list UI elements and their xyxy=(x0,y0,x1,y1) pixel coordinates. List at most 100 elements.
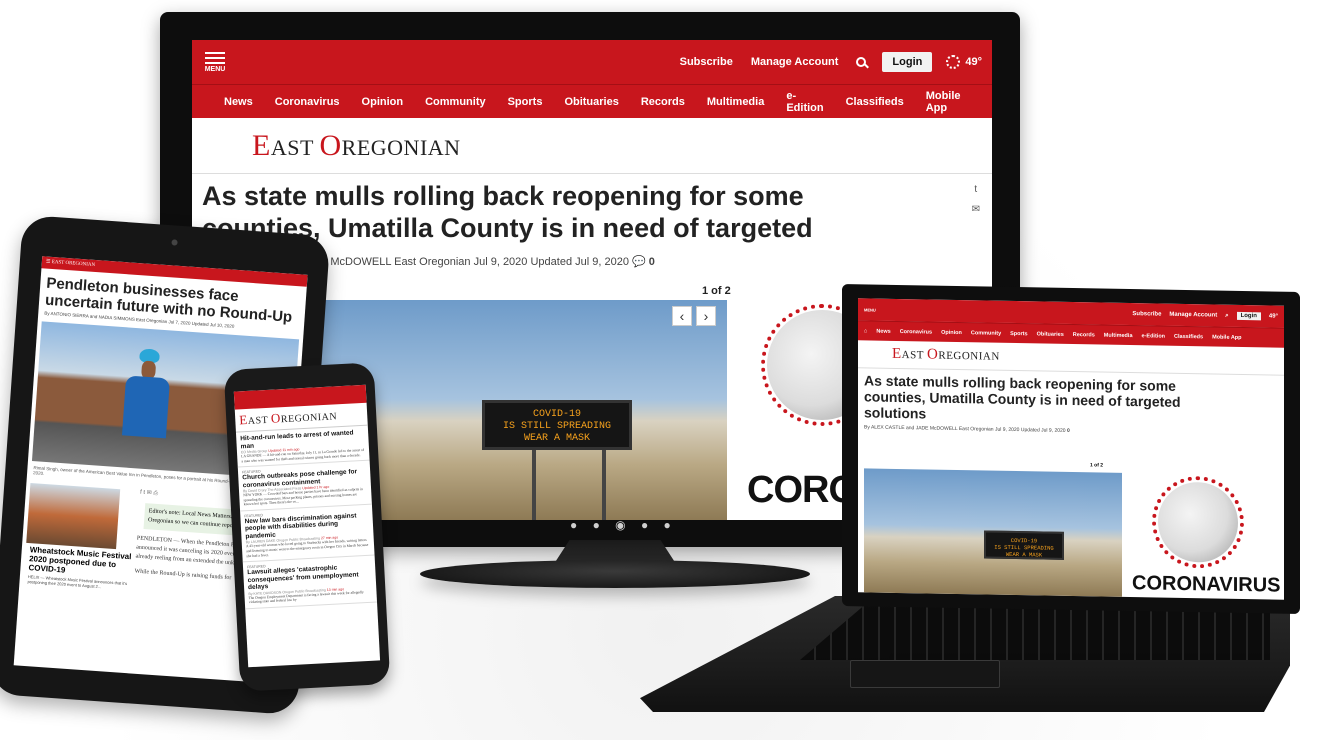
logo-text-oregonian: REGONIAN xyxy=(341,134,461,160)
logo-cap-e: E xyxy=(252,128,271,162)
laptop-nav-multimedia[interactable]: Multimedia xyxy=(1104,332,1133,339)
nav-records[interactable]: Records xyxy=(641,96,685,108)
logo-row: EAST OREGONIAN xyxy=(192,118,992,174)
phone-list-item[interactable]: Featured New law bars discrimination aga… xyxy=(240,504,375,563)
laptop-gallery-counter: 1 of 2 xyxy=(1090,462,1104,469)
laptop-nav-coronavirus[interactable]: Coronavirus xyxy=(900,329,932,336)
tablet-logo-text-east: AST xyxy=(54,260,66,266)
nav-classifieds[interactable]: Classifieds xyxy=(846,96,904,108)
sign-line-1: COVID-19 xyxy=(532,409,581,420)
device-mockup-stage: MENU Subscribe Manage Account Login 49° … xyxy=(0,0,1332,740)
promo-text: CORO xyxy=(747,469,858,511)
laptop-subscribe-link[interactable]: Subscribe xyxy=(1132,311,1161,318)
menu-button[interactable]: MENU xyxy=(202,51,228,73)
article-byline: DE McDOWELL East Oregonian Jul 9, 2020 U… xyxy=(312,255,655,268)
manage-account-link[interactable]: Manage Account xyxy=(751,56,839,68)
tablet-logo-text-oregonian: REGONIAN xyxy=(68,261,96,268)
laptop-search-icon[interactable]: ⌕ xyxy=(1225,312,1228,319)
sign-post-right xyxy=(602,450,606,520)
laptop-sign-line-3: WEAR A MASK xyxy=(1005,550,1043,559)
laptop-nav-opinion[interactable]: Opinion xyxy=(941,329,962,335)
laptop-touchpad xyxy=(850,660,1000,688)
next-arrow-icon[interactable]: › xyxy=(696,306,716,326)
temperature: 49° xyxy=(965,56,982,68)
sun-icon xyxy=(946,55,961,69)
laptop-nav-classifieds[interactable]: Classifieds xyxy=(1174,333,1203,340)
hamburger-icon xyxy=(205,51,225,64)
laptop-nav-sports[interactable]: Sports xyxy=(1010,330,1027,336)
sign-line-2: IS STILL SPREADING xyxy=(502,421,612,432)
login-button[interactable]: Login xyxy=(882,52,933,72)
search-icon[interactable] xyxy=(856,57,867,67)
nav-coronavirus[interactable]: Coronavirus xyxy=(275,96,340,108)
smartphone: EAST OREGONIAN Hit-and-run leads to arre… xyxy=(223,362,391,692)
laptop-login-button[interactable]: Login xyxy=(1236,311,1261,321)
laptop-virus-graphic xyxy=(1158,481,1238,563)
prev-arrow-icon[interactable]: ‹ xyxy=(672,306,692,326)
laptop-logo-text-east: AST xyxy=(901,349,928,362)
tablet-side-column: Wheatstock Music Festival 2020 postponed… xyxy=(23,479,140,591)
phone-screen: EAST OREGONIAN Hit-and-run leads to arre… xyxy=(233,384,381,668)
byline-text: DE McDOWELL East Oregonian Jul 9, 2020 U… xyxy=(312,256,629,268)
phone-site-logo[interactable]: EAST OREGONIAN xyxy=(239,410,338,427)
logo-text-east: AST xyxy=(270,134,320,160)
laptop-comment-count[interactable]: 0 xyxy=(1067,428,1070,434)
gallery-counter: 1 of 2 xyxy=(702,285,731,297)
phone-list-item[interactable]: Featured Church outbreaks pose challenge… xyxy=(237,460,372,512)
laptop-nav-mobile-app[interactable]: Mobile App xyxy=(1212,334,1241,341)
nav-opinion[interactable]: Opinion xyxy=(362,96,404,108)
main-nav: News Coronavirus Opinion Community Sport… xyxy=(192,84,992,118)
nav-obituaries[interactable]: Obituaries xyxy=(564,96,618,108)
laptop-temperature[interactable]: 49° xyxy=(1269,313,1278,319)
laptop-byline-text: By ALEX CASTLE and JADE McDOWELL East Or… xyxy=(864,424,1066,434)
phone-logo-text-east: AST xyxy=(247,414,272,427)
tablet-menu-icon[interactable]: ☰ xyxy=(46,259,51,265)
monitor-controls: ● ● ◉ ● ● xyxy=(570,518,677,532)
road-sign: COVID-19 IS STILL SPREADING WEAR A MASK xyxy=(482,400,632,450)
logo-cap-o: O xyxy=(319,128,342,162)
laptop-logo-cap-e: E xyxy=(892,345,902,363)
twitter-icon[interactable]: t xyxy=(972,180,980,200)
laptop-nav-community[interactable]: Community xyxy=(971,330,1001,337)
comment-icon[interactable]: 💬 xyxy=(632,256,646,268)
sign-line-3: WEAR A MASK xyxy=(523,433,590,444)
laptop-nav-obituaries[interactable]: Obituaries xyxy=(1037,331,1064,337)
menu-label: MENU xyxy=(204,65,226,73)
laptop: MENU Subscribe Manage Account ⌕ Login 49… xyxy=(842,284,1300,614)
nav-multimedia[interactable]: Multimedia xyxy=(707,96,764,108)
laptop-nav-news[interactable]: News xyxy=(876,328,890,334)
monitor-stand-base xyxy=(420,560,810,588)
tablet-camera xyxy=(171,239,178,246)
nav-mobile-app[interactable]: Mobile App xyxy=(926,90,961,114)
phone-logo-cap-o: O xyxy=(270,410,282,426)
nav-sports[interactable]: Sports xyxy=(508,96,543,108)
subscribe-link[interactable]: Subscribe xyxy=(680,56,733,68)
phone-logo-text-oregonian: REGONIAN xyxy=(280,411,338,426)
comment-count[interactable]: 0 xyxy=(649,256,655,268)
sign-post-left xyxy=(532,450,536,520)
laptop-manage-account-link[interactable]: Manage Account xyxy=(1169,312,1217,319)
phone-list-item[interactable]: Featured Lawsuit alleges 'catastrophic c… xyxy=(242,555,378,610)
nav-news[interactable]: News xyxy=(224,96,253,108)
laptop-article-headline: As state mulls rolling back reopening fo… xyxy=(864,372,1181,422)
laptop-promo-text: CORONAVIRUS xyxy=(1132,572,1281,597)
tablet-logo[interactable]: EAST OREGONIAN xyxy=(52,260,96,268)
laptop-coronavirus-promo[interactable]: CORONAVIRUS xyxy=(1128,473,1284,600)
nav-e-edition[interactable]: e-Edition xyxy=(786,90,823,114)
laptop-article-photo[interactable]: COVID-19 IS STILL SPREADING WEAR A MASK xyxy=(864,468,1122,597)
laptop-road-sign: COVID-19 IS STILL SPREADING WEAR A MASK xyxy=(984,530,1064,560)
laptop-nav-records[interactable]: Records xyxy=(1073,332,1095,338)
laptop-nav-e-edition[interactable]: e-Edition xyxy=(1142,333,1166,339)
laptop-home-icon[interactable]: ⌂ xyxy=(864,328,867,334)
site-header-top: MENU Subscribe Manage Account Login 49° xyxy=(192,40,992,84)
weather-widget[interactable]: 49° xyxy=(946,55,982,69)
laptop-screen: MENU Subscribe Manage Account ⌕ Login 49… xyxy=(858,298,1284,600)
site-logo[interactable]: EAST OREGONIAN xyxy=(252,129,461,163)
laptop-logo-text-oregonian: REGONIAN xyxy=(938,349,1000,363)
laptop-site-logo[interactable]: EAST OREGONIAN xyxy=(892,346,1000,365)
email-icon[interactable]: ✉ xyxy=(972,200,980,220)
nav-community[interactable]: Community xyxy=(425,96,486,108)
share-icons: t ✉ xyxy=(972,180,980,220)
laptop-menu-label[interactable]: MENU xyxy=(864,307,876,312)
tablet-side-thumbnail[interactable] xyxy=(26,483,121,550)
